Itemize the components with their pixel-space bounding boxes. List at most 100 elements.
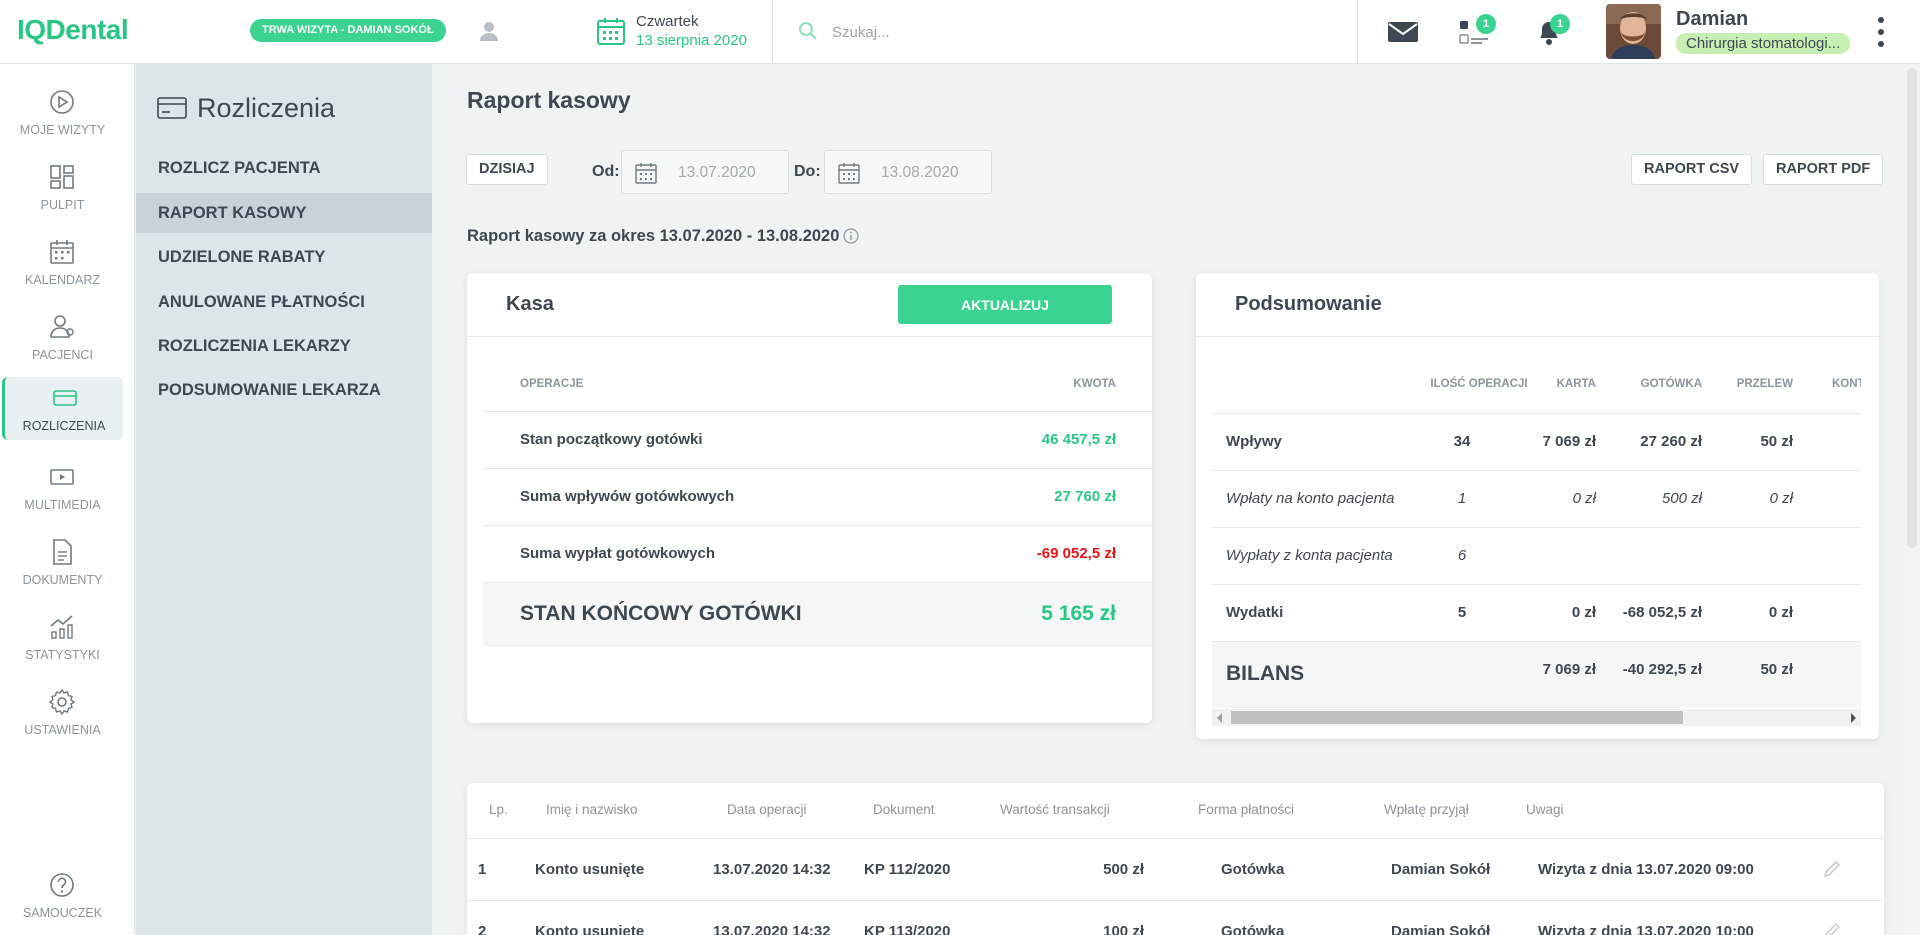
balance-cash: -40 292,5 zł	[1622, 661, 1702, 678]
balance-label: BILANS	[1226, 662, 1305, 685]
info-icon[interactable]	[843, 228, 860, 244]
nav-item-tutorial[interactable]: SAMOUCZEK	[2, 864, 123, 927]
app-logo[interactable]: IQDental	[17, 14, 129, 46]
payment-method: Gotówka	[1221, 923, 1285, 935]
row-label: Suma wypłat gotówkowych	[520, 545, 716, 562]
table-header: ILOŚĆ OPERACJI KARTA GOTÓWKA PRZELEW KON…	[1212, 357, 1861, 414]
row-label: Wydatki	[1226, 604, 1284, 621]
table-row: Wpłaty na konto pacjenta 1 0 zł 500 zł 0…	[1212, 471, 1861, 528]
date-to-value: 13.08.2020	[881, 164, 959, 181]
current-date-text: 13 sierpnia 2020	[636, 32, 747, 49]
card-amount: 0 zł	[1571, 604, 1596, 621]
operations-count: 1	[1457, 490, 1467, 507]
avatar[interactable]	[1606, 4, 1661, 59]
document-number[interactable]: KP 113/2020	[864, 923, 950, 935]
table-row: Suma wpływów gotówkowych 27 760 zł	[483, 469, 1152, 526]
billing-submenu: Rozliczenia ROZLICZ PACJENTA RAPORT KASO…	[136, 64, 432, 935]
column-header: Dokument	[873, 802, 935, 817]
scrollbar-thumb[interactable]	[1907, 68, 1917, 548]
table-row[interactable]: 1 Konto usunięte 13.07.2020 14:32 KP 112…	[467, 838, 1884, 900]
row-value: -69 052,5 zł	[1036, 545, 1116, 562]
user-icon	[480, 22, 498, 41]
statistics-icon	[50, 615, 73, 639]
nav-item-patients[interactable]: PACJENCI	[2, 306, 123, 369]
row-number: 1	[478, 861, 487, 878]
patients-icon	[50, 315, 74, 338]
pdf-report-button[interactable]: RAPORT PDF	[1763, 154, 1884, 185]
more-menu-icon[interactable]	[1874, 15, 1888, 49]
date-to-label: Do:	[794, 163, 821, 180]
pencil-icon[interactable]	[1822, 921, 1842, 935]
final-balance-label: STAN KOŃCOWY GOTÓWKI	[520, 602, 802, 625]
scroll-right-icon[interactable]	[1851, 713, 1856, 723]
nav-item-billing[interactable]: ROZLICZENIA	[2, 377, 123, 440]
column-header: KONT	[1832, 378, 1861, 390]
vertical-scrollbar[interactable]	[1904, 64, 1920, 935]
scroll-left-icon[interactable]	[1217, 713, 1222, 723]
notifications-button[interactable]: 1	[1532, 14, 1570, 48]
column-header: Data operacji	[727, 802, 807, 817]
summary-card-title: Podsumowanie	[1235, 293, 1382, 315]
document-number[interactable]: KP 112/2020	[864, 861, 950, 878]
submenu-item-settle-patient[interactable]: ROZLICZ PACJENTA	[136, 148, 432, 188]
csv-report-button[interactable]: RAPORT CSV	[1631, 154, 1753, 185]
tasks-count-badge: 1	[1476, 14, 1496, 34]
help-icon	[50, 873, 74, 897]
dashboard-icon	[50, 165, 74, 189]
divider	[772, 0, 773, 64]
nav-item-my-visits[interactable]: MOJE WIZYTY	[2, 81, 123, 144]
column-header: PRZELEW	[1736, 378, 1793, 390]
nav-item-multimedia[interactable]: MULTIMEDIA	[2, 456, 123, 519]
received-by: Damian Sokół	[1391, 861, 1491, 878]
submenu-item-cash-report[interactable]: RAPORT KASOWY	[136, 193, 432, 233]
nav-item-documents[interactable]: DOKUMENTY	[2, 531, 123, 594]
submenu-item-discounts[interactable]: UDZIELONE RABATY	[136, 237, 432, 277]
multimedia-icon	[50, 469, 74, 485]
nav-label: STATYSTYKI	[25, 648, 100, 662]
update-button[interactable]: AKTUALIZUJ	[898, 285, 1112, 324]
submenu-item-doctor-summary[interactable]: PODSUMOWANIE LEKARZA	[136, 370, 432, 410]
search-input[interactable]	[832, 18, 1282, 46]
document-icon	[53, 539, 72, 565]
submenu-item-cancelled-payments[interactable]: ANULOWANE PŁATNOŚCI	[136, 282, 432, 322]
nav-item-calendar[interactable]: KALENDARZ	[2, 231, 123, 294]
tasks-button[interactable]: 1	[1458, 14, 1496, 48]
cash-amount: -68 052,5 zł	[1622, 604, 1702, 621]
nav-label: PULPIT	[40, 198, 85, 212]
calendar-icon	[50, 240, 74, 264]
patient-name: Konto usunięte	[535, 923, 645, 935]
date-from-value: 13.07.2020	[678, 164, 756, 181]
nav-label: MOJE WIZYTY	[19, 123, 106, 137]
date-to-field[interactable]: 13.08.2020	[824, 150, 992, 194]
row-label: Wpływy	[1226, 433, 1282, 450]
card-amount: 0 zł	[1572, 490, 1596, 507]
report-period-text: Raport kasowy za okres 13.07.2020 - 13.0…	[467, 227, 840, 245]
table-row: Wypłaty z konta pacjenta 6	[1212, 528, 1861, 585]
transfer-amount: 50 zł	[1760, 433, 1793, 450]
scrollbar-thumb[interactable]	[1231, 711, 1683, 724]
horizontal-scrollbar[interactable]	[1212, 709, 1861, 726]
submenu-item-doctor-settlements[interactable]: ROZLICZENIA LEKARZY	[136, 326, 432, 366]
summary-card: Podsumowanie ILOŚĆ OPERACJI KARTA GOTÓWK…	[1196, 273, 1879, 739]
nav-item-statistics[interactable]: STATYSTYKI	[2, 606, 123, 669]
date-from-field[interactable]: 13.07.2020	[621, 150, 789, 194]
calendar-icon	[597, 18, 625, 45]
balance-card: 7 069 zł	[1542, 661, 1596, 678]
user-name[interactable]: Damian	[1676, 8, 1748, 31]
gear-icon	[48, 688, 76, 716]
cash-table: OPERACJE KWOTA Stan początkowy gotówki 4…	[483, 357, 1152, 647]
nav-item-dashboard[interactable]: PULPIT	[2, 156, 123, 219]
main-navigation: MOJE WIZYTY PULPIT KALENDARZ PACJENCI RO…	[0, 64, 135, 935]
mail-icon[interactable]	[1386, 16, 1420, 48]
active-visit-badge[interactable]: TRWA WIZYTA - DAMIAN SOKÓŁ	[250, 19, 446, 42]
final-balance-row: STAN KOŃCOWY GOTÓWKI 5 165 zł	[483, 583, 1152, 647]
nav-item-settings[interactable]: USTAWIENIA	[2, 681, 123, 744]
pencil-icon[interactable]	[1822, 859, 1842, 879]
table-row[interactable]: 2 Konto usunięte 13.07.2020 14:32 KP 113…	[467, 900, 1884, 935]
row-label: Stan początkowy gotówki	[520, 431, 703, 448]
table-row: Wpływy 34 7 069 zł 27 260 zł 50 zł	[1212, 414, 1861, 471]
column-header: Wartość transakcji	[1000, 802, 1110, 817]
today-button[interactable]: DZISIAJ	[466, 154, 548, 185]
column-header: KARTA	[1556, 378, 1596, 390]
operation-date: 13.07.2020 14:32	[713, 861, 831, 878]
